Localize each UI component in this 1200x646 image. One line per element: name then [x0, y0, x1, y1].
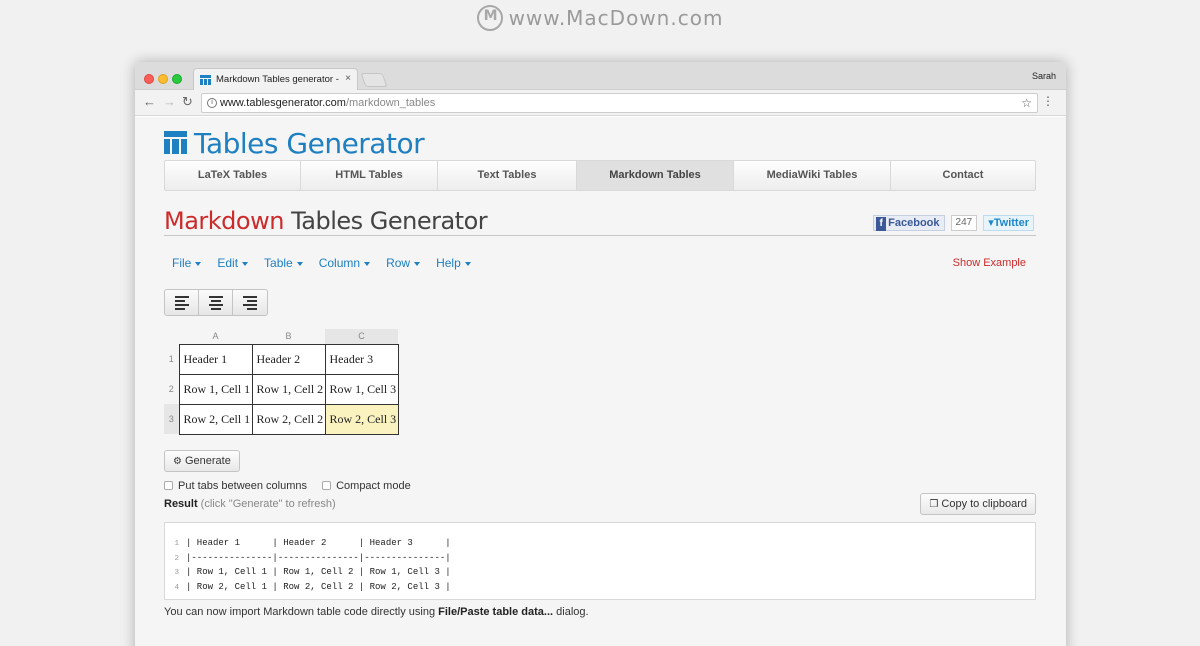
address-bar[interactable]: i www.tablesgenerator.com/markdown_table…: [201, 93, 1038, 113]
facebook-share-count: 247: [950, 215, 978, 231]
menu-file[interactable]: File: [172, 256, 202, 270]
tab-title: Markdown Tables generator -: [216, 74, 339, 85]
forward-arrow-icon[interactable]: →: [163, 95, 176, 109]
generate-button[interactable]: ⚙ Generate: [164, 450, 240, 472]
nav-mediawiki-tables[interactable]: MediaWiki Tables: [734, 161, 891, 190]
tabs-checkbox[interactable]: [164, 480, 173, 490]
editor-menubar: File Edit Table Column Row Help: [172, 256, 487, 270]
copy-to-clipboard-button[interactable]: ❐ Copy to clipboard: [920, 493, 1036, 515]
grid-cell[interactable]: Row 2, Cell 2: [251, 403, 326, 435]
profile-name[interactable]: Sarah: [1032, 71, 1056, 81]
tables-logo-icon: [164, 131, 187, 154]
grid-cell[interactable]: Row 1, Cell 2: [251, 373, 326, 405]
row-number[interactable]: 1: [164, 344, 179, 374]
window-controls: [144, 71, 186, 89]
url-host: www.tablesgenerator.com: [220, 97, 346, 109]
twitter-share-button[interactable]: ▾Twitter: [983, 215, 1034, 231]
watermark: www.MacDown.com: [0, 4, 1200, 33]
output-options: Put tabs between columns Compact mode: [164, 480, 423, 492]
chevron-down-icon: [195, 261, 202, 266]
nav-text-tables[interactable]: Text Tables: [438, 161, 577, 190]
chevron-down-icon: [414, 261, 421, 266]
table-row: 2 Row 1, Cell 1 Row 1, Cell 2 Row 1, Cel…: [164, 373, 399, 405]
menu-table[interactable]: Table: [264, 256, 303, 270]
compact-checkbox[interactable]: [322, 480, 332, 490]
macdown-logo-icon: [476, 4, 503, 31]
minimize-window-button[interactable]: [158, 74, 168, 84]
align-center-icon[interactable]: [199, 290, 233, 315]
grid-cell[interactable]: Row 2, Cell 1: [178, 403, 253, 435]
grid-cell[interactable]: Header 1: [178, 343, 253, 375]
alignment-buttons: [164, 289, 268, 316]
logo-text: Tables Generator: [194, 127, 425, 160]
info-icon[interactable]: i: [207, 98, 217, 108]
browser-window: Markdown Tables generator - × Sarah ← → …: [135, 62, 1066, 646]
column-header-c[interactable]: C: [325, 329, 398, 344]
grid-cell[interactable]: Header 3: [324, 343, 399, 375]
facebook-icon: f: [876, 217, 887, 231]
chevron-down-icon: [464, 261, 471, 266]
compact-checkbox-label: Compact mode: [336, 480, 411, 492]
chevron-down-icon: [364, 261, 371, 266]
tables-favicon-icon: [200, 75, 211, 85]
grid-cell[interactable]: Row 1, Cell 1: [178, 373, 253, 405]
chevron-down-icon: [296, 261, 303, 266]
nav-markdown-tables[interactable]: Markdown Tables: [577, 161, 734, 190]
browser-toolbar: ← → ↻ i www.tablesgenerator.com/markdown…: [135, 90, 1066, 116]
title-divider: [164, 235, 1036, 236]
share-buttons: f Facebook 247 ▾Twitter: [873, 215, 1034, 231]
chevron-down-icon: [242, 261, 249, 266]
reload-icon[interactable]: ↻: [182, 95, 193, 109]
browser-tab[interactable]: Markdown Tables generator - ×: [193, 68, 358, 91]
code-line: 2 |---------------|---------------|------…: [174, 552, 451, 563]
page-title-rest: Tables Generator: [283, 207, 488, 235]
page: Tables Generator LaTeX Tables HTML Table…: [135, 117, 1066, 646]
zoom-window-button[interactable]: [172, 74, 182, 84]
page-title: Markdown Tables Generator: [164, 207, 488, 235]
column-header-a[interactable]: A: [179, 329, 252, 344]
table-row: 3 Row 2, Cell 1 Row 2, Cell 2 Row 2, Cel…: [164, 403, 399, 435]
menu-column[interactable]: Column: [319, 256, 371, 270]
back-arrow-icon[interactable]: ←: [143, 95, 156, 109]
result-label: Result (click "Generate" to refresh): [164, 498, 336, 510]
browser-menu-icon[interactable]: ⋮: [1042, 94, 1054, 108]
nav-latex-tables[interactable]: LaTeX Tables: [165, 161, 301, 190]
code-line: 1 | Header 1 | Header 2 | Header 3 |: [174, 538, 451, 548]
new-tab-button[interactable]: [360, 73, 388, 87]
menu-edit[interactable]: Edit: [217, 256, 249, 270]
facebook-share-button[interactable]: f Facebook: [873, 215, 945, 231]
row-number[interactable]: 3: [164, 404, 179, 434]
page-title-highlight: Markdown: [164, 207, 284, 235]
menu-help[interactable]: Help: [436, 256, 471, 270]
code-line: 4 | Row 2, Cell 1 | Row 2, Cell 2 | Row 2…: [174, 581, 451, 592]
bookmark-star-icon[interactable]: ☆: [1021, 96, 1032, 110]
menu-row[interactable]: Row: [386, 256, 421, 270]
tabs-checkbox-label: Put tabs between columns: [178, 480, 308, 492]
gears-icon: ⚙: [173, 456, 182, 467]
close-window-button[interactable]: [144, 74, 154, 84]
result-code[interactable]: 1 | Header 1 | Header 2 | Header 3 | 2 |--…: [164, 522, 1036, 600]
table-row: 1 Header 1 Header 2 Header 3: [164, 343, 399, 375]
site-nav: LaTeX Tables HTML Tables Text Tables Mar…: [164, 160, 1036, 191]
grid-cell-selected[interactable]: Row 2, Cell 3: [324, 403, 399, 435]
nav-contact[interactable]: Contact: [891, 161, 1035, 190]
url-path: /markdown_tables: [345, 97, 436, 109]
column-header-b[interactable]: B: [252, 329, 325, 344]
nav-html-tables[interactable]: HTML Tables: [301, 161, 438, 190]
clipboard-icon: ❐: [929, 499, 939, 510]
row-number[interactable]: 2: [164, 374, 179, 404]
grid-cell[interactable]: Header 2: [251, 343, 326, 375]
grid-cell[interactable]: Row 1, Cell 3: [324, 373, 399, 405]
show-example-link[interactable]: Show Example: [953, 257, 1026, 269]
align-left-icon[interactable]: [165, 290, 199, 315]
import-note: You can now import Markdown table code d…: [164, 606, 589, 618]
tab-close-icon[interactable]: ×: [345, 73, 351, 84]
table-editor-grid: A B C 1 Header 1 Header 2 Header 3 2 Row…: [164, 329, 399, 435]
align-right-icon[interactable]: [233, 290, 267, 315]
tab-bar: Markdown Tables generator - × Sarah: [135, 62, 1066, 91]
code-line: 3 | Row 1, Cell 1 | Row 1, Cell 2 | Row 1…: [174, 567, 451, 577]
